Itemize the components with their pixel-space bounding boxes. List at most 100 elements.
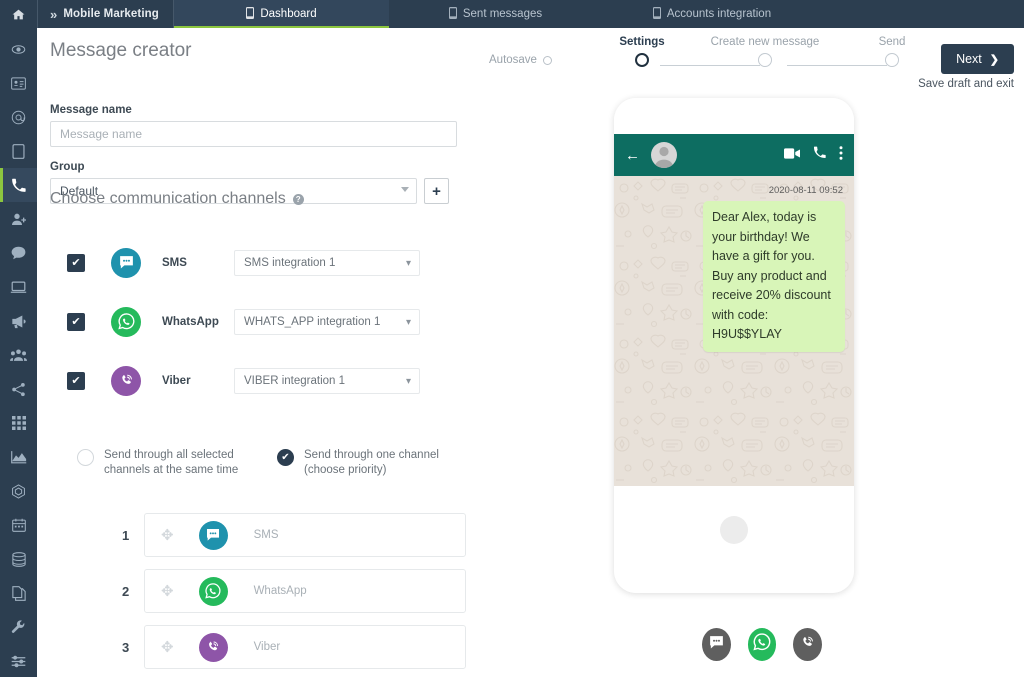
send-mode-options: Send through all selected channels at th… (77, 448, 497, 478)
sidebar-item-share[interactable] (0, 372, 37, 406)
sidebar-item-hexagon[interactable] (0, 474, 37, 508)
sidebar-item-analytics[interactable] (0, 440, 37, 474)
priority-card-sms[interactable]: ✥ SMS (144, 513, 466, 557)
channel-list: ✔ SMS SMS integration 1 ▾ ✔ WhatsApp WHA… (67, 233, 487, 410)
drag-handle-icon[interactable]: ✥ (161, 638, 174, 656)
channel-checkbox-sms[interactable]: ✔ (67, 253, 85, 272)
sidebar-item-database[interactable] (0, 542, 37, 576)
help-icon[interactable]: ? (292, 193, 304, 205)
step-create-new-message-dot (758, 53, 772, 67)
sms-icon (708, 634, 725, 656)
whatsapp-app-bar: ← (614, 134, 854, 176)
integration-select-sms[interactable]: SMS integration 1 ▾ (234, 249, 420, 276)
radio-send-one-channel-control[interactable]: ✔ (277, 449, 294, 466)
phone-icon (11, 178, 26, 193)
step-settings-label: Settings (619, 36, 665, 48)
message-name-label: Message name (50, 104, 132, 116)
channel-priority-list: 1 ✥ SMS 2 ✥ WhatsApp 3 ✥ Viber (122, 513, 497, 681)
sidebar-item-tools[interactable] (0, 610, 37, 644)
step-send-label: Send (878, 36, 906, 48)
choose-channels-title: Choose communication channels (50, 190, 286, 207)
more-options-icon[interactable] (839, 145, 843, 165)
sliders-icon (11, 655, 26, 668)
priority-card-whatsapp[interactable]: ✥ WhatsApp (144, 569, 466, 613)
priority-card-viber[interactable]: ✥ Viber (144, 625, 466, 669)
priority-index-1: 1 (122, 527, 130, 543)
sms-icon (111, 247, 141, 278)
sidebar-item-chat[interactable] (0, 236, 37, 270)
sidebar-item-add-user[interactable] (0, 202, 37, 236)
back-arrow-icon[interactable]: ← (625, 148, 640, 163)
preview-toggle-viber[interactable] (793, 628, 823, 661)
phone-call-icon[interactable] (813, 146, 826, 164)
sidebar-item-grid[interactable] (0, 406, 37, 440)
preview-toggle-sms[interactable] (702, 628, 731, 661)
drag-handle-icon[interactable]: ✥ (161, 526, 174, 544)
viber-icon (799, 634, 816, 656)
radio-send-all-channels-control[interactable] (77, 449, 94, 466)
preview-toggle-whatsapp[interactable] (747, 628, 777, 661)
brand-mobile-marketing[interactable]: » Mobile Marketing (37, 0, 174, 28)
step-settings[interactable]: Settings (587, 36, 697, 67)
integration-select-viber[interactable]: VIBER integration 1 ▾ (234, 367, 420, 394)
copy-files-icon (11, 585, 26, 601)
megaphone-icon (11, 314, 27, 329)
tab-accounts-integration[interactable]: Accounts integration (602, 0, 822, 28)
autosave-status-icon (542, 55, 552, 65)
main-content: Message creator Autosave Settings Create… (37, 28, 1024, 677)
channel-checkbox-viber[interactable]: ✔ (67, 371, 85, 390)
sidebar-item-at[interactable] (0, 100, 37, 134)
grid-icon (11, 416, 26, 430)
eye-icon (11, 42, 26, 57)
message-settings-form: Message name Group Default + (50, 104, 470, 204)
step-create-new-message[interactable]: Create new message (710, 36, 820, 67)
channel-checkbox-whatsapp[interactable]: ✔ (67, 312, 85, 331)
id-card-icon (11, 76, 26, 90)
sidebar-item-settings[interactable] (0, 644, 37, 678)
tab-dashboard[interactable]: Dashboard (174, 0, 389, 28)
video-call-icon[interactable] (784, 146, 800, 164)
step-create-new-message-label: Create new message (710, 36, 820, 48)
channel-name-whatsapp: WhatsApp (162, 315, 219, 328)
priority-row-viber: 3 ✥ Viber (122, 625, 497, 669)
sidebar-item-phone[interactable] (0, 168, 37, 202)
add-group-button[interactable]: + (424, 178, 449, 204)
step-progress: Settings Create new message Send (592, 36, 905, 96)
sidebar-item-laptop[interactable] (0, 270, 37, 304)
save-draft-and-exit-link[interactable]: Save draft and exit (918, 78, 1014, 90)
autosave-indicator[interactable]: Autosave (489, 54, 552, 66)
sidebar-item-contacts[interactable] (0, 66, 37, 100)
share-nodes-icon (11, 382, 26, 397)
tab-sent-messages[interactable]: Sent messages (389, 0, 602, 28)
whatsapp-action-icons (784, 145, 843, 165)
next-button[interactable]: Next ❯ (941, 44, 1014, 74)
sidebar-item-audience[interactable] (0, 338, 37, 372)
choose-channels-heading: Choose communication channels ? (50, 190, 304, 208)
message-name-input[interactable] (50, 121, 457, 147)
sidebar-item-calendar[interactable] (0, 508, 37, 542)
sidebar-item-campaigns[interactable] (0, 304, 37, 338)
home-button[interactable] (720, 516, 748, 544)
at-circle-icon (11, 110, 26, 125)
integration-select-sms-value: SMS integration 1 (244, 256, 336, 269)
sidebar-item-square[interactable] (0, 134, 37, 168)
sidebar-item-files[interactable] (0, 576, 37, 610)
drag-handle-icon[interactable]: ✥ (161, 582, 174, 600)
step-send-dot (885, 53, 899, 67)
channel-row-sms: ✔ SMS SMS integration 1 ▾ (67, 233, 487, 292)
integration-select-whatsapp[interactable]: WHATS_APP integration 1 ▾ (234, 308, 420, 335)
group-label: Group (50, 161, 85, 173)
chat-body: 2020-08-11 09:52 Dear Alex, today is you… (614, 176, 854, 486)
phone-top-bezel (614, 98, 854, 134)
sidebar-item-eye[interactable] (0, 32, 37, 66)
step-send[interactable]: Send (837, 36, 947, 67)
mobile-icon (448, 6, 457, 22)
users-group-icon (10, 348, 27, 362)
radio-send-all-line1: Send through all selected (104, 449, 234, 461)
left-sidebar (0, 28, 37, 677)
radio-send-one-channel[interactable]: ✔ Send through one channel (choose prior… (277, 448, 439, 478)
integration-select-viber-value: VIBER integration 1 (244, 374, 346, 387)
home-icon[interactable] (0, 0, 37, 28)
chevron-down-icon (401, 187, 409, 192)
radio-send-all-channels[interactable]: Send through all selected channels at th… (77, 448, 277, 478)
